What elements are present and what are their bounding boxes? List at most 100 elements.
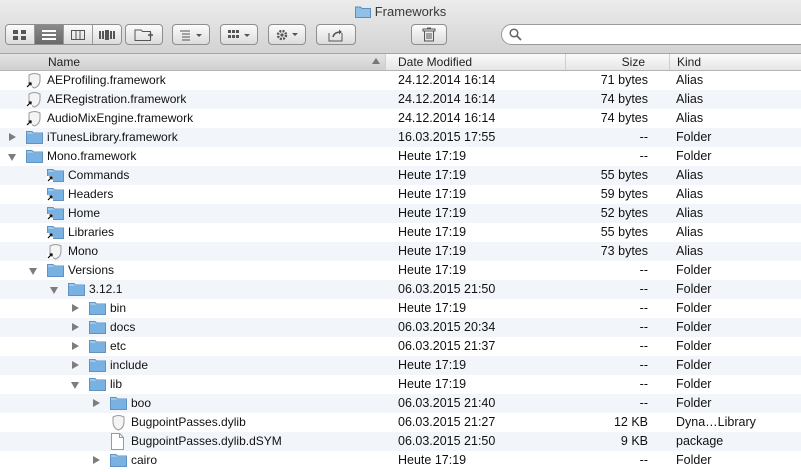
file-name: AudioMixEngine.framework xyxy=(47,111,194,125)
file-name: Headers xyxy=(68,187,114,201)
file-kind: Alias xyxy=(676,187,704,201)
icon-view-button[interactable] xyxy=(6,25,35,44)
column-header-kind[interactable]: Kind xyxy=(670,54,801,70)
column-header-date[interactable]: Date Modified xyxy=(391,54,566,70)
file-kind: Alias xyxy=(676,206,704,220)
folder-alias-icon xyxy=(47,224,64,241)
file-size: 9 KB xyxy=(620,434,648,448)
column-header: Name Date Modified Size Kind xyxy=(0,54,801,71)
disclosure-triangle-closed-icon[interactable] xyxy=(72,323,79,331)
file-row[interactable]: Headers Heute 17:19 59 bytes Alias xyxy=(0,185,801,204)
file-kind: Folder xyxy=(676,149,712,163)
file-date-modified: 24.12.2014 16:14 xyxy=(398,92,496,106)
file-row[interactable]: docs 06.03.2015 20:34 -- Folder xyxy=(0,318,801,337)
file-row[interactable]: AudioMixEngine.framework 24.12.2014 16:14… xyxy=(0,109,801,128)
file-row[interactable]: include Heute 17:19 -- Folder xyxy=(0,356,801,375)
file-row[interactable]: Mono Heute 17:19 73 bytes Alias xyxy=(0,242,801,261)
cover-flow-view-button[interactable] xyxy=(93,25,121,44)
action-menu-button[interactable] xyxy=(268,24,306,45)
file-row[interactable]: Libraries Heute 17:19 55 bytes Alias xyxy=(0,223,801,242)
column-view-button[interactable] xyxy=(64,25,93,44)
file-row[interactable]: etc 06.03.2015 21:37 -- Folder xyxy=(0,337,801,356)
file-row[interactable]: Home Heute 17:19 52 bytes Alias xyxy=(0,204,801,223)
file-size: -- xyxy=(639,396,648,410)
file-name: etc xyxy=(110,339,127,353)
file-date-modified: Heute 17:19 xyxy=(398,301,467,315)
folder-icon xyxy=(68,281,85,298)
file-date-modified: Heute 17:19 xyxy=(398,206,467,220)
disclosure-triangle-closed-icon[interactable] xyxy=(72,304,79,312)
file-size: 55 bytes xyxy=(600,168,648,182)
file-kind: Folder xyxy=(676,396,712,410)
file-date-modified: Heute 17:19 xyxy=(398,377,467,391)
search-input[interactable] xyxy=(526,26,800,44)
file-kind: Alias xyxy=(676,225,704,239)
column-date-label: Date Modified xyxy=(398,55,473,69)
folder-alias-icon xyxy=(47,205,64,222)
share-button[interactable] xyxy=(316,24,356,45)
file-size: -- xyxy=(639,453,648,467)
file-name: Mono.framework xyxy=(47,149,137,163)
folder-icon xyxy=(110,395,127,412)
group-button[interactable] xyxy=(220,24,258,45)
file-row[interactable]: Mono.framework Heute 17:19 -- Folder xyxy=(0,147,801,166)
file-name: Commands xyxy=(68,168,130,182)
file-name: include xyxy=(110,358,149,372)
disclosure-triangle-closed-icon[interactable] xyxy=(93,399,100,407)
file-name: AERegistration.framework xyxy=(47,92,187,106)
file-name: boo xyxy=(131,396,152,410)
disclosure-triangle-open-icon[interactable] xyxy=(71,382,79,389)
folder-icon xyxy=(47,262,64,279)
file-size: -- xyxy=(639,263,648,277)
file-row[interactable]: BugpointPasses.dylib 06.03.2015 21:27 12 K… xyxy=(0,413,801,432)
column-name-label: Name xyxy=(48,55,81,69)
column-header-name[interactable]: Name xyxy=(0,54,386,70)
file-row[interactable]: Versions Heute 17:19 -- Folder xyxy=(0,261,801,280)
disclosure-triangle-closed-icon[interactable] xyxy=(93,456,100,464)
file-kind: Folder xyxy=(676,320,712,334)
file-row[interactable]: lib Heute 17:19 -- Folder xyxy=(0,375,801,394)
icon-view-icon xyxy=(13,29,26,40)
arrange-button[interactable] xyxy=(172,24,210,45)
disclosure-triangle-open-icon[interactable] xyxy=(8,154,16,161)
file-kind: Alias xyxy=(676,111,704,125)
file-size: -- xyxy=(639,358,648,372)
folder-icon xyxy=(354,5,371,18)
folder-alias-icon xyxy=(47,186,64,203)
file-row[interactable]: boo 06.03.2015 21:40 -- Folder xyxy=(0,394,801,413)
file-row[interactable]: iTunesLibrary.framework 16.03.2015 17:55 -… xyxy=(0,128,801,147)
file-row[interactable]: 3.12.1 06.03.2015 21:50 -- Folder xyxy=(0,280,801,299)
alias-icon xyxy=(26,91,43,108)
file-name: cairo xyxy=(131,453,158,467)
disclosure-triangle-closed-icon[interactable] xyxy=(72,361,79,369)
disclosure-triangle-closed-icon[interactable] xyxy=(72,342,79,350)
disclosure-triangle-open-icon[interactable] xyxy=(50,287,58,294)
finder-toolbar: Frameworks xyxy=(0,0,801,54)
file-row[interactable]: bin Heute 17:19 -- Folder xyxy=(0,299,801,318)
disclosure-triangle-closed-icon[interactable] xyxy=(9,133,16,141)
file-date-modified: 06.03.2015 21:37 xyxy=(398,339,496,353)
search-field[interactable] xyxy=(501,24,801,45)
arrange-icon xyxy=(180,30,202,40)
file-size: 59 bytes xyxy=(600,187,648,201)
file-size: 52 bytes xyxy=(600,206,648,220)
search-icon xyxy=(509,28,522,41)
file-row[interactable]: Commands Heute 17:19 55 bytes Alias xyxy=(0,166,801,185)
view-mode-segmented-control[interactable] xyxy=(5,24,122,45)
file-row[interactable]: BugpointPasses.dylib.dSYM 06.03.2015 21:5… xyxy=(0,432,801,451)
file-date-modified: 06.03.2015 21:27 xyxy=(398,415,496,429)
file-row[interactable]: AEProfiling.framework 24.12.2014 16:14 71 … xyxy=(0,71,801,90)
file-date-modified: 06.03.2015 20:34 xyxy=(398,320,496,334)
folder-icon xyxy=(89,300,106,317)
new-folder-button[interactable] xyxy=(125,24,163,45)
file-kind: Folder xyxy=(676,377,712,391)
file-row[interactable]: AERegistration.framework 24.12.2014 16:14… xyxy=(0,90,801,109)
file-row[interactable]: cairo Heute 17:19 -- Folder xyxy=(0,451,801,470)
delete-button[interactable] xyxy=(411,24,447,45)
column-header-size[interactable]: Size xyxy=(566,54,670,70)
file-kind: Alias xyxy=(676,92,704,106)
file-date-modified: 06.03.2015 21:50 xyxy=(398,282,496,296)
file-date-modified: Heute 17:19 xyxy=(398,187,467,201)
disclosure-triangle-open-icon[interactable] xyxy=(29,268,37,275)
list-view-button[interactable] xyxy=(35,25,64,44)
